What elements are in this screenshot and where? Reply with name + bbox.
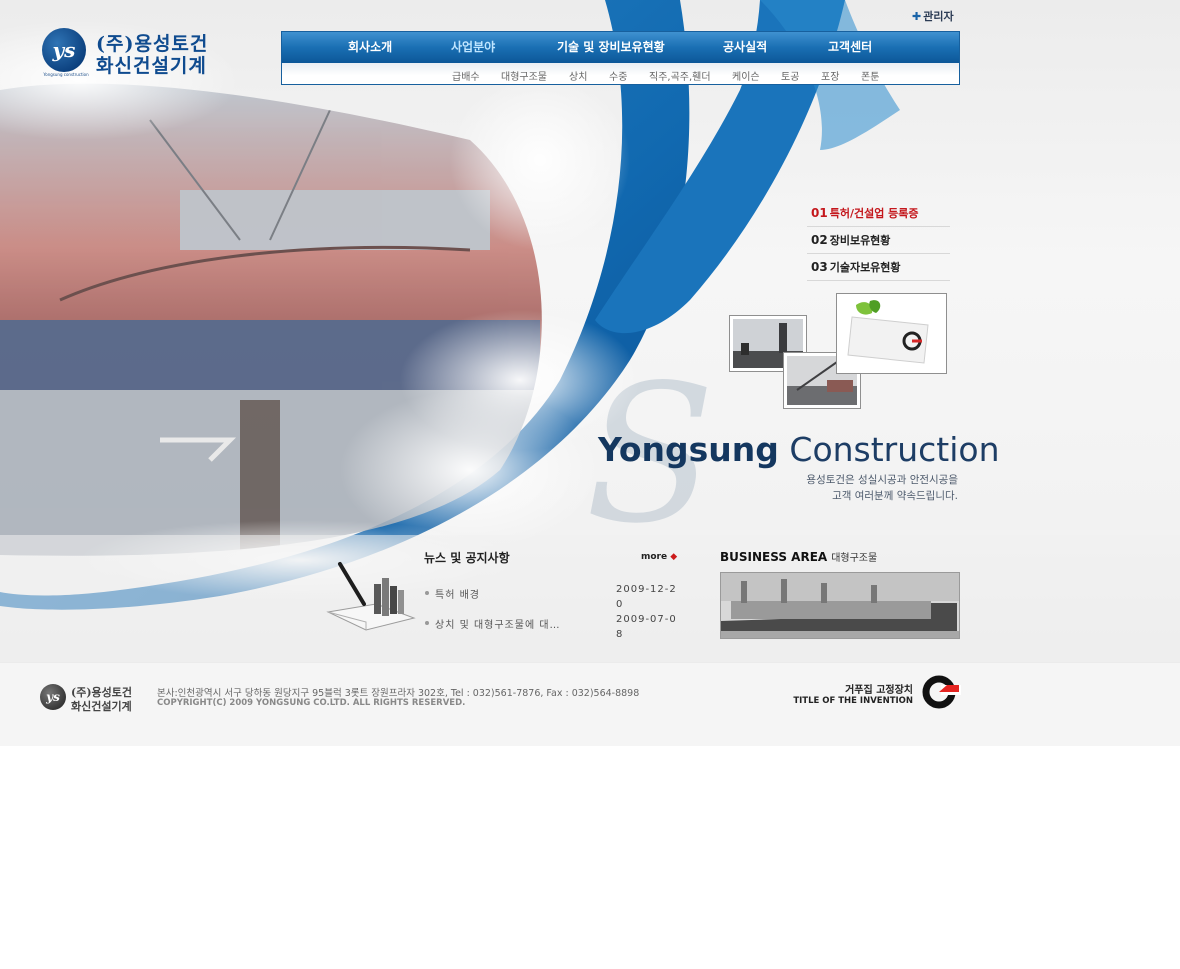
quick-item-number: 01 [811, 206, 828, 220]
news-more-link[interactable]: more ◆ [641, 552, 677, 562]
logo-mark: ys [42, 28, 86, 72]
brand-bold: Yongsung [598, 430, 779, 469]
admin-label: 관리자 [923, 10, 954, 23]
footer-patent-title[interactable]: 거푸집 고정장치 [820, 681, 913, 696]
business-area-subtitle: 대형구조물 [831, 553, 878, 564]
logo-subtitle: Yongsung construction [43, 72, 89, 77]
sub-item-sangchi[interactable]: 상치 [569, 68, 587, 83]
nav-item-technology[interactable]: 기술 및 장비보유현황 [557, 38, 665, 55]
footer-logo-name-2: 화신건설기계 [71, 700, 132, 713]
brand-wordmark: Yongsung Construction [598, 430, 1000, 469]
sub-item-pile-fender[interactable]: 직주,곡주,휀더 [649, 68, 711, 83]
slogan-line-2: 고객 여러분께 약속드립니다. [832, 490, 958, 502]
site-logo[interactable]: ys Yongsung construction (주)용성토건 화신건설기계 [42, 28, 212, 78]
admin-link[interactable]: ✚ 관리자 [912, 8, 954, 24]
site-footer: ys (주)용성토건 화신건설기계 본사:인천광역시 서구 당하동 원당지구 9… [0, 662, 1180, 746]
news-item-date: 2009-07-08 [616, 614, 677, 640]
thumbnail-patent-book[interactable] [836, 293, 947, 374]
news-item-title[interactable]: 상치 및 대형구조물에 대… [435, 616, 561, 631]
news-item-title[interactable]: 특허 배경 [435, 586, 480, 601]
business-area-photo[interactable] [720, 572, 960, 639]
quick-item-patent[interactable]: 01 특허/건설업 등록증 [807, 200, 950, 227]
bullet-icon [425, 621, 429, 625]
news-section-title: 뉴스 및 공지사항 [424, 551, 510, 565]
bullet-icon [425, 591, 429, 595]
sub-item-pontoon[interactable]: 폰툰 [861, 68, 879, 83]
list-item[interactable]: 특허 배경 2009-12-20 [424, 582, 684, 612]
footer-logo-mark: ys [40, 684, 66, 710]
quick-menu: 01 특허/건설업 등록증 02 장비보유현황 03 기술자보유현황 [807, 200, 950, 281]
pen-notebook-icon [326, 562, 416, 631]
sub-item-underwater[interactable]: 수중 [609, 68, 627, 83]
slogan-line-1: 용성토건은 성실시공과 안전시공을 [806, 474, 958, 486]
brand-light: Construction [789, 430, 1000, 469]
quick-item-label: 장비보유현황 [829, 234, 891, 247]
business-area-title: BUSINESS AREA 대형구조물 [720, 549, 877, 564]
nav-item-business[interactable]: 사업분야 [451, 38, 495, 55]
sub-item-paving[interactable]: 포장 [821, 68, 839, 83]
nav-item-company[interactable]: 회사소개 [348, 38, 392, 55]
sub-item-water[interactable]: 급배수 [452, 68, 480, 83]
logo-company-name-2: 화신건설기계 [96, 55, 207, 77]
news-item-date: 2009-12-20 [616, 584, 677, 610]
quick-item-label: 기술자보유현황 [829, 261, 901, 274]
sub-item-earthwork[interactable]: 토공 [781, 68, 799, 83]
list-item[interactable]: 상치 및 대형구조물에 대… 2009-07-08 [424, 612, 684, 642]
sub-item-caisson[interactable]: 케이슨 [732, 68, 760, 83]
footer-patent-subtitle: TITLE OF THE INVENTION [793, 696, 913, 706]
quick-item-engineers[interactable]: 03 기술자보유현황 [807, 254, 950, 281]
g-logo-icon[interactable] [921, 675, 961, 709]
business-area-heading: BUSINESS AREA [720, 550, 828, 564]
more-dot-icon: ◆ [670, 552, 678, 562]
quick-item-number: 03 [811, 260, 828, 274]
patent-book-illustration [840, 297, 943, 370]
quick-item-equipment[interactable]: 02 장비보유현황 [807, 227, 950, 254]
nav-sub-bar: 급배수 대형구조물 상치 수중 직주,곡주,휀더 케이슨 토공 포장 폰툰 [282, 63, 959, 84]
plus-icon: ✚ [912, 10, 922, 23]
main-navigation: 회사소개 사업분야 기술 및 장비보유현황 공사실적 고객센터 급배수 대형구조… [281, 31, 960, 85]
more-label: more [641, 552, 668, 562]
footer-copyright: COPYRIGHT(C) 2009 YONGSUNG CO.LTD. ALL R… [157, 698, 466, 708]
nav-primary-bar: 회사소개 사업분야 기술 및 장비보유현황 공사실적 고객센터 [282, 32, 959, 63]
nav-item-customer-center[interactable]: 고객센터 [828, 38, 872, 55]
quick-item-number: 02 [811, 233, 828, 247]
hero-illustration: S [0, 0, 1180, 662]
ship-photo [721, 573, 959, 638]
page: S ys Yongsung construction (주)용성토건 화신건설기… [0, 0, 1180, 969]
brand-slogan: 용성토건은 성실시공과 안전시공을 고객 여러분께 약속드립니다. [760, 472, 958, 504]
quick-item-label: 특허/건설업 등록증 [829, 207, 919, 220]
hero-background: S [0, 0, 1180, 662]
footer-address: 본사:인천광역시 서구 당하동 원당지구 95블럭 3롯트 장원프라자 302호… [157, 688, 640, 699]
sub-item-large-structure[interactable]: 대형구조물 [501, 68, 547, 83]
nav-item-performance[interactable]: 공사실적 [723, 38, 767, 55]
